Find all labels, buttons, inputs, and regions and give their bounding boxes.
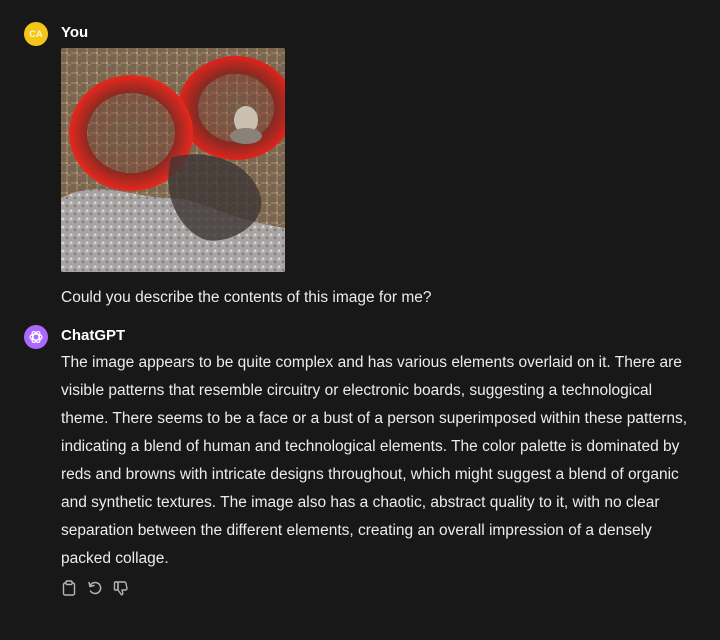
deepdream-image	[61, 48, 285, 272]
regenerate-button[interactable]	[87, 579, 103, 597]
copy-button[interactable]	[61, 579, 77, 597]
uploaded-image[interactable]	[61, 48, 285, 272]
dislike-button[interactable]	[113, 579, 129, 597]
user-avatar: CA	[24, 22, 48, 46]
thumbs-down-icon	[113, 581, 128, 596]
assistant-message-text: The image appears to be quite complex an…	[61, 354, 688, 567]
chat-page: CA You Could you describe the contents o…	[0, 0, 720, 640]
user-author-name: You	[61, 24, 89, 41]
regenerate-icon	[88, 581, 102, 595]
message-actions	[61, 579, 129, 597]
openai-logo-icon	[29, 330, 43, 344]
user-message-text: Could you describe the contents of this …	[61, 289, 432, 306]
user-avatar-initials: CA	[29, 29, 43, 39]
assistant-author-name: ChatGPT	[61, 327, 126, 344]
clipboard-icon	[62, 580, 76, 596]
assistant-avatar	[24, 325, 48, 349]
